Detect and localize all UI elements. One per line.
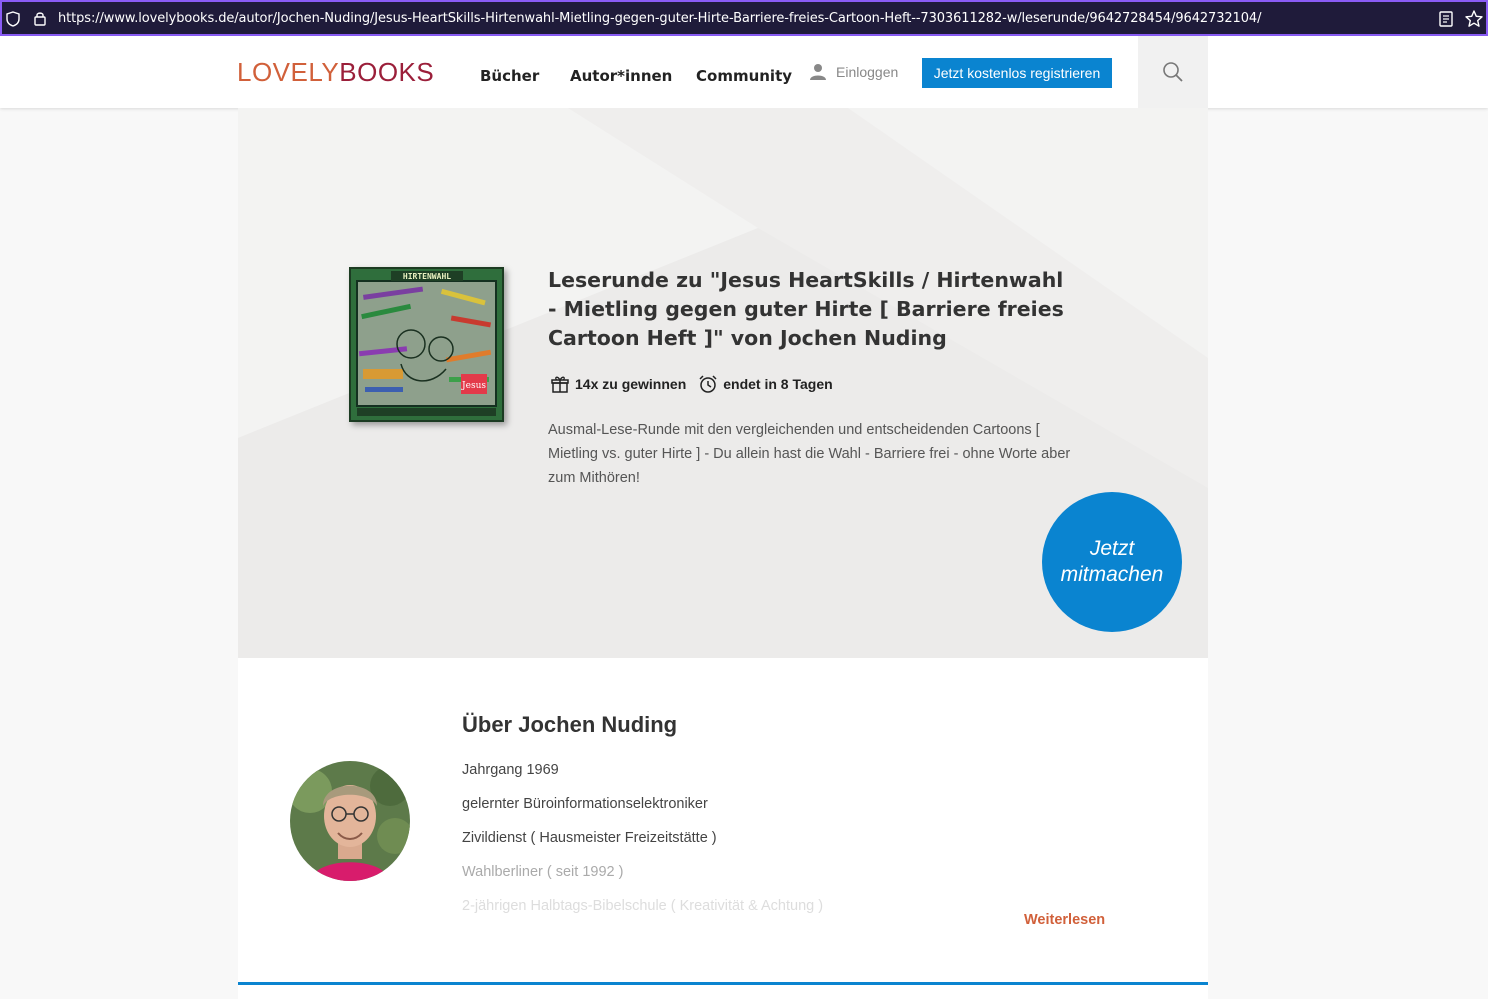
login-label: Einloggen [836, 64, 899, 80]
register-button[interactable]: Jetzt kostenlos registrieren [922, 58, 1112, 88]
cover-tag: Jesus [461, 381, 486, 391]
author-photo [290, 761, 410, 881]
alarm-clock-icon [699, 375, 717, 393]
about-author-text: Jahrgang 1969 gelernter Büroinformations… [462, 760, 1062, 930]
nav-item-community[interactable]: Community [696, 67, 792, 85]
gift-icon [551, 376, 569, 393]
reader-view-icon[interactable] [1438, 10, 1454, 28]
browser-url-bar: https://www.lovelybooks.de/autor/Jochen-… [0, 0, 1488, 36]
search-button[interactable] [1138, 36, 1208, 108]
author-avatar[interactable] [290, 761, 410, 881]
book-cover-art: HIRTENWAHL Jesus [351, 269, 502, 420]
about-author-title: Über Jochen Nuding [462, 712, 678, 737]
shield-icon[interactable] [6, 11, 20, 27]
ends-stat: endet in 8 Tagen [698, 374, 833, 394]
login-link[interactable]: Einloggen [808, 62, 898, 82]
bookmark-star-icon[interactable] [1464, 9, 1484, 29]
logo-part-lovely: LOVELY [237, 57, 340, 87]
nav-item-books[interactable]: Bücher [480, 67, 539, 85]
about-line: gelernter Büroinformationselektroniker [462, 796, 708, 812]
site-logo[interactable]: LOVELYBOOKS [237, 58, 434, 86]
about-line: 2-jährigen Halbtags-Bibelschule ( Kreati… [462, 898, 824, 914]
search-icon [1163, 62, 1183, 82]
url-text[interactable]: https://www.lovelybooks.de/autor/Jochen-… [58, 11, 1261, 26]
about-line: Wahlberliner ( seit 1992 ) [462, 864, 624, 880]
about-author-section: Über Jochen Nuding Jahrgang 1969 gelernt… [238, 658, 1208, 999]
reading-group-description: Ausmal-Lese-Runde mit den vergleichenden… [548, 422, 1071, 486]
about-line: Zivildienst ( Hausmeister Freizeitstätte… [462, 830, 717, 846]
section-divider [238, 982, 1208, 985]
cover-title: HIRTENWAHL [403, 272, 451, 281]
prizes-text: 14x zu gewinnen [575, 376, 687, 392]
logo-part-books: BOOKS [339, 57, 435, 87]
join-button[interactable]: Jetzt mitmachen [1042, 492, 1182, 632]
book-cover[interactable]: HIRTENWAHL Jesus [349, 267, 504, 422]
lock-icon[interactable] [33, 10, 47, 26]
read-more-link[interactable]: Weiterlesen [1024, 912, 1105, 928]
reading-group-stats: 14x zu gewinnen endet in 8 Tagen [550, 374, 833, 394]
ends-text: endet in 8 Tagen [723, 376, 833, 392]
nav-item-authors[interactable]: Autor*innen [570, 67, 672, 85]
site-header: LOVELYBOOKS Bücher Autor*innen Community… [0, 36, 1488, 108]
user-icon [810, 64, 826, 80]
join-button-line2: mitmachen [1060, 563, 1164, 586]
about-line: Jahrgang 1969 [462, 762, 559, 778]
reading-group-title: Leserunde zu "Jesus HeartSkills / Hirten… [548, 268, 1064, 350]
join-button-line1: Jetzt [1089, 537, 1135, 560]
prizes-stat: 14x zu gewinnen [550, 374, 686, 394]
reading-group-hero: HIRTENWAHL Jesus Leserunde zu "Jesus Hea… [238, 108, 1208, 658]
